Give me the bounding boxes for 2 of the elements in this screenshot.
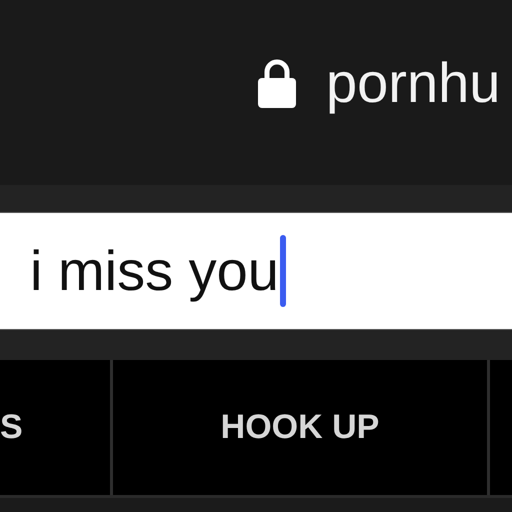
nav-tab[interactable]: S — [0, 360, 113, 495]
search-field[interactable]: i miss you — [0, 212, 512, 330]
